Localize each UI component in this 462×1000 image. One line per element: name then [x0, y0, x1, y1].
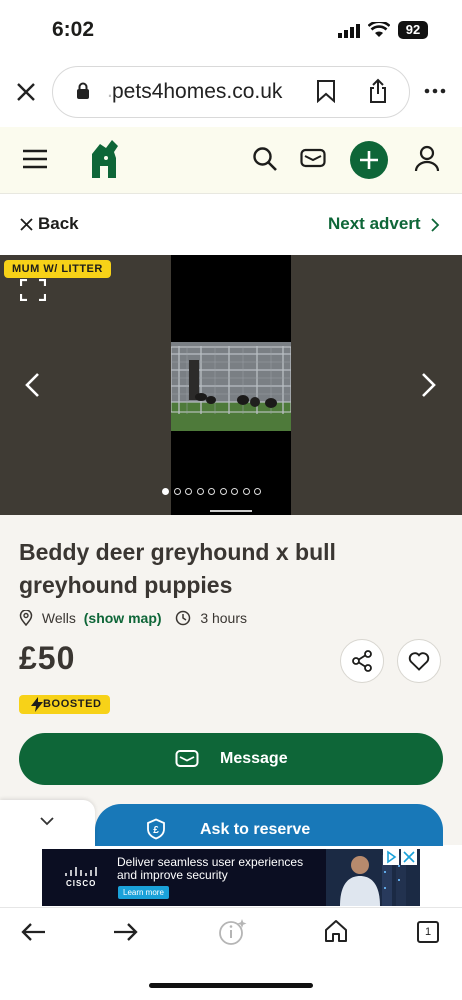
- chevron-right-icon[interactable]: [430, 218, 440, 232]
- menu-icon[interactable]: [23, 149, 47, 169]
- ad-cta-button[interactable]: Learn more: [118, 886, 169, 899]
- status-time: 6:02: [52, 18, 95, 41]
- pagination-dot[interactable]: [219, 488, 227, 495]
- pagination-dot[interactable]: [208, 488, 215, 495]
- pagination-dot[interactable]: [242, 488, 250, 495]
- pagination-dot[interactable]: [196, 488, 204, 495]
- litter-badge: MUM W/ LITTER: [4, 260, 111, 278]
- listing-title: Beddy deer greyhound x bull greyhound pu…: [19, 539, 336, 598]
- header-divider: [0, 193, 462, 194]
- fullscreen-icon[interactable]: [20, 279, 46, 301]
- share-nodes-icon: [352, 650, 372, 672]
- lock-icon: [77, 82, 89, 99]
- listing-price: £50: [19, 640, 76, 676]
- next-advert-link[interactable]: Next advert: [328, 214, 421, 234]
- search-icon[interactable]: [252, 146, 278, 172]
- show-map-link[interactable]: (show map): [84, 610, 162, 626]
- pets4homes-logo-icon[interactable]: [86, 138, 122, 180]
- adchoices-button[interactable]: [383, 849, 399, 865]
- photo-handle: [210, 510, 252, 512]
- url-text[interactable]: pets4homes.co.uk: [112, 80, 282, 104]
- tabs-button[interactable]: 1: [417, 921, 439, 943]
- message-button-label: Message: [220, 750, 288, 767]
- photo-pagination[interactable]: [162, 482, 266, 495]
- ad-close-button[interactable]: [401, 849, 417, 865]
- ad-text: Deliver seamless user experiences and im…: [117, 856, 303, 882]
- heart-icon: [408, 652, 430, 671]
- page-info-icon[interactable]: [218, 918, 248, 946]
- chevron-down-icon[interactable]: [40, 817, 54, 826]
- messages-icon[interactable]: [300, 148, 326, 168]
- plus-icon: [360, 151, 378, 169]
- wifi-icon: [368, 22, 390, 37]
- svg-text:£: £: [153, 825, 159, 836]
- more-options-icon[interactable]: [424, 88, 446, 94]
- reserve-button-label: Ask to reserve: [200, 821, 311, 838]
- pagination-dot[interactable]: [231, 488, 238, 495]
- close-tab-icon[interactable]: [16, 82, 36, 102]
- clock-icon: [176, 610, 191, 626]
- previous-photo-icon[interactable]: [24, 372, 40, 398]
- puppies-kennel-image: [171, 342, 291, 431]
- lightning-icon: [31, 697, 43, 712]
- cisco-logo-icon: [65, 867, 97, 876]
- battery-indicator: 92: [398, 21, 428, 39]
- cellular-signal-icon: [338, 24, 360, 38]
- bookmark-icon[interactable]: [316, 79, 336, 103]
- ad-brand: CISCO: [66, 879, 97, 888]
- next-photo-icon[interactable]: [421, 372, 437, 398]
- pagination-dot[interactable]: [173, 488, 181, 495]
- ad-banner[interactable]: CISCO Deliver seamless user experiences …: [42, 849, 420, 906]
- listing-location: Wells: [41, 610, 76, 626]
- listing-meta: Wells (show map) 3 hours: [19, 609, 248, 627]
- home-indicator[interactable]: [149, 983, 313, 988]
- share-icon[interactable]: [368, 78, 388, 104]
- ad-text-line2: and improve security: [117, 868, 228, 882]
- back-link[interactable]: Back: [38, 214, 79, 234]
- account-icon[interactable]: [414, 145, 440, 173]
- site-header: [0, 127, 462, 193]
- forward-arrow-icon[interactable]: [113, 922, 139, 942]
- back-close-icon[interactable]: [20, 218, 33, 231]
- pagination-dot[interactable]: [185, 488, 192, 495]
- adchoices-icon: [387, 850, 397, 864]
- ad-close-icon: [403, 851, 415, 863]
- listing-age: 3 hours: [200, 610, 248, 626]
- reserve-shield-icon: £: [147, 818, 165, 840]
- message-icon: [175, 750, 199, 767]
- location-pin-icon: [19, 609, 33, 627]
- pagination-dot[interactable]: [254, 488, 261, 495]
- pagination-dot[interactable]: [162, 488, 169, 495]
- back-arrow-icon[interactable]: [20, 922, 46, 942]
- home-icon[interactable]: [324, 919, 348, 943]
- listing-photo[interactable]: [171, 342, 291, 431]
